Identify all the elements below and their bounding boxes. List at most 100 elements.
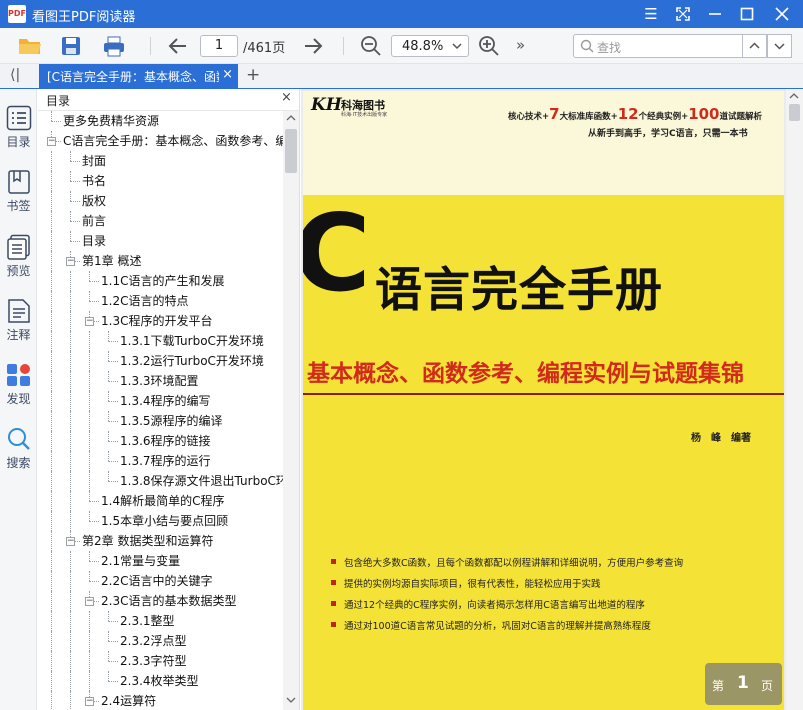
cover-bullet: 提供的实例均源自实际项目，很有代表性，能轻松应用于实践: [329, 576, 779, 597]
outline-item[interactable]: 2.3.3字符型: [120, 651, 187, 671]
outline-item[interactable]: 1.2C语言的特点: [101, 291, 188, 311]
outline-item[interactable]: 目录: [82, 231, 106, 251]
fullscreen-icon[interactable]: [670, 4, 696, 24]
tree-collapse-icon[interactable]: −: [85, 317, 94, 326]
tree-guide-line: [89, 611, 90, 631]
minimize-icon[interactable]: [702, 4, 728, 24]
close-icon[interactable]: [769, 4, 795, 24]
tree-guide-line: [70, 571, 71, 591]
app-title: 看图王PDF阅读器: [32, 10, 136, 25]
sidebar-item-label: 书签: [6, 199, 31, 213]
tree-collapse-icon[interactable]: −: [47, 137, 56, 146]
sidebar-item-outline[interactable]: 目录: [0, 105, 37, 150]
tree-guide-line: [70, 491, 71, 511]
outline-scrollbar[interactable]: [283, 111, 299, 710]
more-tools-icon[interactable]: »: [516, 36, 525, 54]
zoom-select[interactable]: 48.8%: [391, 35, 469, 57]
tree-collapse-icon[interactable]: −: [66, 257, 75, 266]
outline-item[interactable]: 前言: [82, 211, 106, 231]
tree-guide-line: [70, 371, 71, 391]
sidebar-item-search[interactable]: 搜索: [0, 426, 37, 471]
outline-item[interactable]: 2.2C语言中的关键字: [101, 571, 212, 591]
outline-item[interactable]: 1.5本章小结与要点回顾: [101, 511, 228, 531]
outline-item[interactable]: 1.3.7程序的运行: [120, 451, 211, 471]
document-view[interactable]: KH 科海图书 科海·IT技术出版专家 核心技术+7大标准库函数+12个经典实例…: [301, 89, 803, 710]
search-next-button[interactable]: [767, 34, 792, 58]
outline-item[interactable]: 1.3.5源程序的编译: [120, 411, 223, 431]
outline-item[interactable]: 更多免费精华资源: [63, 111, 159, 131]
outline-item[interactable]: 第2章 数据类型和运算符: [82, 531, 213, 551]
tree-collapse-icon[interactable]: −: [85, 597, 94, 606]
tree-guide-line: [89, 491, 90, 501]
close-icon[interactable]: ×: [281, 90, 292, 105]
tree-guide-line: [51, 231, 52, 251]
page-number-input[interactable]: 1: [200, 35, 238, 57]
save-icon[interactable]: [60, 35, 82, 57]
outline-item[interactable]: 2.3C语言的基本数据类型: [101, 591, 236, 611]
tree-guide-line: [51, 651, 52, 671]
menu-icon[interactable]: ☰: [638, 4, 664, 24]
publisher-sub: 科海·IT技术出版专家: [341, 112, 388, 118]
outline-item[interactable]: 1.3C程序的开发平台: [101, 311, 212, 331]
scrollbar-thumb[interactable]: [285, 129, 297, 173]
scroll-up-icon[interactable]: [286, 114, 296, 122]
sidebar-item-label: 目录: [6, 135, 31, 149]
tree-guide-line: [70, 691, 71, 710]
scroll-up-icon[interactable]: [789, 92, 799, 100]
outline-item[interactable]: 第1章 概述: [82, 251, 141, 271]
zoom-out-icon[interactable]: [360, 35, 382, 57]
sidebar-item-bookmark[interactable]: 书签: [0, 169, 37, 214]
print-icon[interactable]: [102, 35, 126, 57]
outline-item[interactable]: 1.3.6程序的链接: [120, 431, 211, 451]
outline-item[interactable]: 1.3.4程序的编写: [120, 391, 211, 411]
tree-branch-line: [51, 121, 61, 122]
tree-guide-line: [70, 671, 71, 691]
outline-item[interactable]: 1.3.1下载TurboC开发环境: [120, 331, 264, 351]
outline-item[interactable]: 1.3.2运行TurboC开发环境: [120, 351, 264, 371]
tree-collapse-icon[interactable]: −: [66, 537, 75, 546]
zoom-in-icon[interactable]: [478, 35, 500, 57]
outline-item[interactable]: 书名: [82, 171, 106, 191]
search-input[interactable]: 查找: [573, 34, 743, 58]
tree-guide-line: [70, 351, 71, 371]
outline-panel: 目录 × 更多免费精华资源 − C语言完全手册：基本概念、函数参考、编 封面 书名 版权前…: [38, 89, 300, 710]
tree-branch-line: [70, 221, 80, 222]
sidebar-item-discover[interactable]: 发现: [0, 362, 37, 407]
open-folder-icon[interactable]: [17, 35, 43, 57]
tree-guide-line: [51, 391, 52, 411]
tab-document[interactable]: [C语言完全手册：基本概念、函数参考、编程实例与试题集锦] ×: [39, 64, 238, 89]
tree-guide-line: [108, 411, 109, 421]
search-prev-button[interactable]: [742, 34, 767, 58]
outline-item[interactable]: 2.3.1整型: [120, 611, 175, 631]
next-page-icon[interactable]: [302, 35, 324, 57]
scroll-down-icon[interactable]: [286, 696, 296, 704]
tree-guide-line: [51, 511, 52, 531]
outline-item[interactable]: 1.1C语言的产生和发展: [101, 271, 224, 291]
outline-item[interactable]: 封面: [82, 151, 106, 171]
tab-close-icon[interactable]: ×: [222, 67, 233, 82]
scrollbar-thumb[interactable]: [789, 104, 800, 121]
outline-item[interactable]: 2.4运算符: [101, 691, 156, 710]
sidebar-item-preview[interactable]: 预览: [0, 234, 37, 279]
tree-guide-line: [51, 351, 52, 371]
document-scrollbar[interactable]: [786, 89, 803, 710]
new-tab-icon[interactable]: +: [246, 65, 260, 85]
tree-guide-line: [108, 371, 109, 381]
collapse-sidebar-icon[interactable]: ⟨|: [10, 67, 20, 83]
tree-branch-line: [108, 341, 118, 342]
sidebar-item-annotation[interactable]: 注释: [0, 298, 37, 343]
tree-guide-line: [89, 331, 90, 351]
tree-guide-line: [89, 471, 90, 491]
outline-item[interactable]: 1.3.8保存源文件退出TurboC环: [120, 471, 283, 491]
outline-item[interactable]: 1.3.3环境配置: [120, 371, 199, 391]
maximize-icon[interactable]: [734, 4, 760, 24]
outline-item[interactable]: C语言完全手册：基本概念、函数参考、编: [63, 131, 283, 151]
tree-collapse-icon[interactable]: −: [85, 697, 94, 706]
outline-item[interactable]: 2.3.2浮点型: [120, 631, 187, 651]
prev-page-icon[interactable]: [167, 35, 189, 57]
outline-item[interactable]: 2.1常量与变量: [101, 551, 180, 571]
outline-item[interactable]: 版权: [82, 191, 106, 211]
outline-item[interactable]: 1.4解析最简单的C程序: [101, 491, 224, 511]
outline-item[interactable]: 2.3.4枚举类型: [120, 671, 199, 691]
cover-bullet: 通过对100道C语言常见试题的分析，巩固对C语言的理解并提高熟练程度: [329, 618, 779, 639]
